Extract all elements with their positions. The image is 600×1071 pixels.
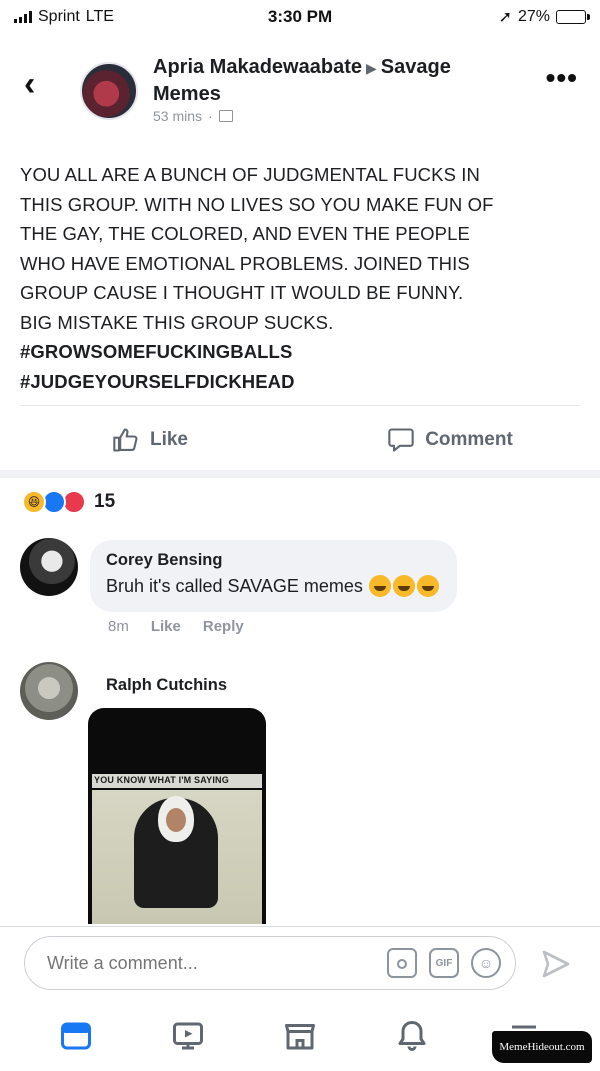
post-time[interactable]: 53 mins xyxy=(153,108,202,124)
comment-text-row: Bruh it's called SAVAGE memes xyxy=(106,572,439,600)
comment-icon xyxy=(388,428,414,452)
haha-reaction-icon: 😆 xyxy=(22,490,46,514)
body-line: THIS GROUP. WITH NO LIVES SO YOU MAKE FU… xyxy=(20,193,494,215)
comment-item: Ralph Cutchins YOU KNOW WHAT I'M SAYING xyxy=(20,662,580,924)
comment-item: Corey Bensing Bruh it's called SAVAGE me… xyxy=(20,538,580,648)
gif-icon[interactable]: GIF xyxy=(429,948,459,978)
notifications-icon xyxy=(398,1020,426,1051)
meta-separator: · xyxy=(208,108,213,124)
group-privacy-icon xyxy=(218,110,233,122)
carrier-label: Sprint xyxy=(38,8,80,25)
arrow-right-icon: ▶ xyxy=(365,60,377,76)
tab-watch[interactable] xyxy=(166,1014,210,1058)
author-line: Apria Makadewaabate ▶ Savage Memes xyxy=(153,54,523,107)
composer-icons: GIF ☺ xyxy=(387,948,501,978)
battery-icon xyxy=(556,10,590,24)
status-left: Sprint LTE xyxy=(14,8,214,26)
back-icon[interactable]: ‹ xyxy=(24,64,54,104)
watermark-logo: MemeHideout.com xyxy=(492,1031,592,1063)
hashtag-link[interactable]: #JUDGEYOURSELFDICKHEAD xyxy=(20,367,582,397)
commenter-name[interactable]: Corey Bensing xyxy=(106,548,439,572)
watch-icon xyxy=(173,1022,203,1049)
body-line: WHO HAVE EMOTIONAL PROBLEMS. JOINED THIS xyxy=(20,252,470,274)
status-time: 3:30 PM xyxy=(267,7,333,26)
body-line: BIG MISTAKE THIS GROUP SUCKS. xyxy=(20,311,334,333)
tab-news-feed[interactable] xyxy=(54,1014,98,1058)
more-options-icon[interactable]: ••• xyxy=(546,64,578,92)
status-bar: Sprint LTE 3:30 PM ➚ 27% xyxy=(0,0,600,34)
comment-button[interactable]: Comment xyxy=(300,415,600,465)
laughing-emoji-icon xyxy=(392,575,415,597)
reactions-summary[interactable]: 😆 15 xyxy=(22,490,115,514)
comment-meta: 8m Like Reply xyxy=(108,618,244,635)
comment-image[interactable]: YOU KNOW WHAT I'M SAYING xyxy=(88,708,266,924)
composer-divider xyxy=(0,926,600,927)
comment-bubble: Corey Bensing Bruh it's called SAVAGE me… xyxy=(90,540,457,612)
commenter-avatar[interactable] xyxy=(20,662,78,720)
body-line: YOU ALL ARE A BUNCH OF JUDGMENTAL FUCKS … xyxy=(20,164,480,185)
camera-icon[interactable] xyxy=(387,948,417,978)
hashtag-link[interactable]: #GROWSOMEFUCKINGBALLS xyxy=(20,337,582,367)
news-feed-icon xyxy=(61,1022,91,1049)
post-body: YOU ALL ARE A BUNCH OF JUDGMENTAL FUCKS … xyxy=(20,160,582,396)
author-name[interactable]: Apria Makadewaabate xyxy=(153,56,362,78)
emoji-icon[interactable]: ☺ xyxy=(471,948,501,978)
comment-reply-link[interactable]: Reply xyxy=(203,618,244,635)
body-line: GROUP CAUSE I THOUGHT IT WOULD BE FUNNY. xyxy=(20,282,464,303)
laughing-emoji-group xyxy=(368,575,439,597)
commenter-name[interactable]: Ralph Cutchins xyxy=(106,676,227,695)
meme-face xyxy=(166,808,186,832)
post-meta: 53 mins · xyxy=(153,108,233,124)
meme-caption: YOU KNOW WHAT I'M SAYING xyxy=(94,775,229,785)
laughing-emoji-icon xyxy=(416,575,439,597)
tab-notifications[interactable] xyxy=(390,1014,434,1058)
comment-text: Bruh it's called SAVAGE memes xyxy=(106,576,363,596)
battery-percent: 27% xyxy=(517,8,550,25)
like-button[interactable]: Like xyxy=(0,415,300,465)
signal-icon xyxy=(14,11,32,23)
comment-time: 8m xyxy=(108,618,129,635)
comment-input[interactable] xyxy=(47,952,387,974)
location-icon: ➚ xyxy=(498,9,512,26)
like-label: Like xyxy=(149,429,189,450)
body-line: THE GAY, THE COLORED, AND EVEN THE PEOPL… xyxy=(20,223,470,244)
tab-marketplace[interactable] xyxy=(278,1014,322,1058)
post-header: ‹ Apria Makadewaabate ▶ Savage Memes 53 mi… xyxy=(0,48,600,138)
commenter-avatar[interactable] xyxy=(20,538,78,596)
divider xyxy=(20,405,580,406)
send-icon[interactable] xyxy=(540,948,572,980)
action-bar: Like Comment xyxy=(0,415,600,465)
status-right: ➚ 27% xyxy=(386,7,590,27)
marketplace-icon xyxy=(285,1023,315,1049)
reaction-count: 15 xyxy=(94,491,116,512)
comment-label: Comment xyxy=(425,429,513,450)
network-label: LTE xyxy=(85,8,114,25)
comment-composer: GIF ☺ xyxy=(24,936,516,990)
thumbs-up-icon xyxy=(113,428,138,452)
laughing-emoji-icon xyxy=(368,575,391,597)
comment-like-link[interactable]: Like xyxy=(151,618,181,635)
author-avatar[interactable] xyxy=(80,62,138,120)
section-separator xyxy=(0,470,600,478)
